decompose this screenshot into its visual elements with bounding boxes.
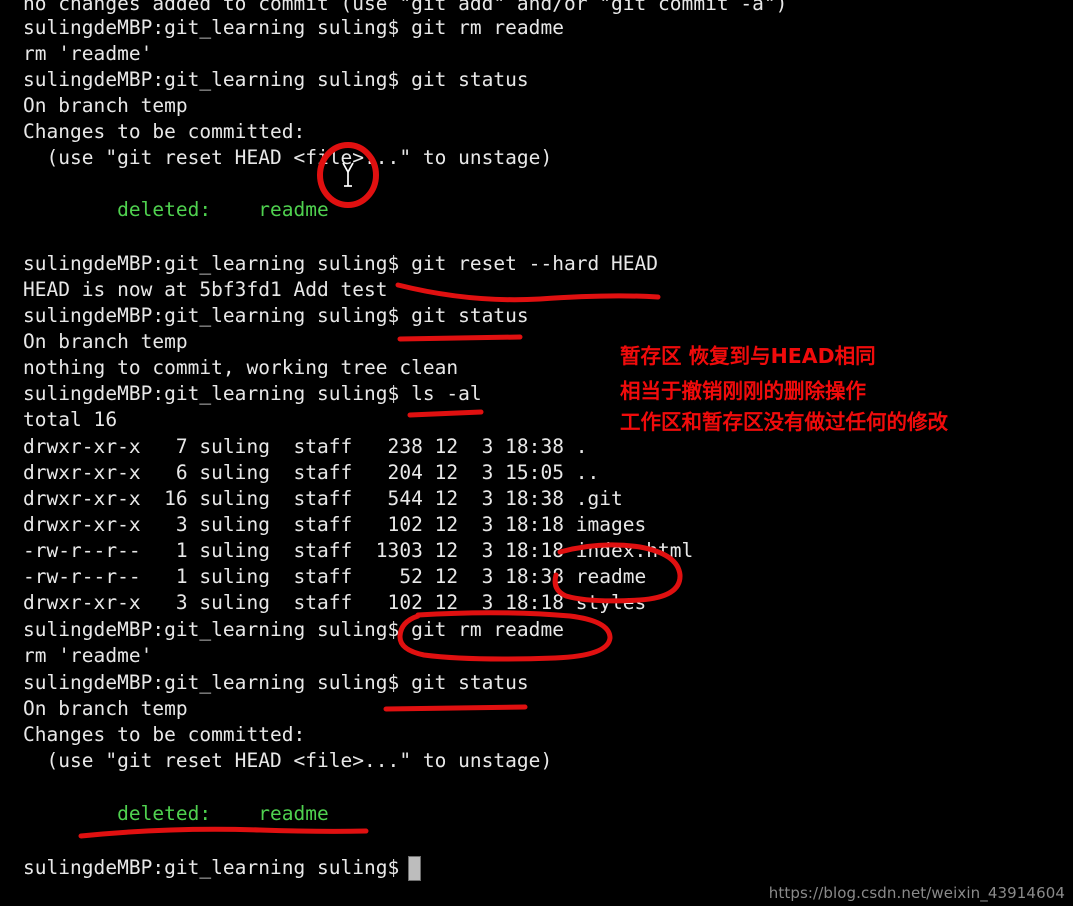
terminal-line-deleted-readme: deleted: readme	[23, 802, 329, 825]
terminal-line: (use "git reset HEAD <file>..." to unsta…	[23, 749, 553, 772]
terminal-line: Changes to be committed:	[23, 723, 306, 746]
terminal-line: HEAD is now at 5bf3fd1 Add test	[23, 278, 388, 301]
terminal-line-git-rm-readme: sulingdeMBP:git_learning suling$ git rm …	[23, 618, 564, 641]
terminal-line-git-reset-hard: sulingdeMBP:git_learning suling$ git res…	[23, 252, 659, 275]
terminal-line: sulingdeMBP:git_learning suling$ git sta…	[23, 68, 529, 91]
terminal-output[interactable]: no changes added to commit (use "git add…	[0, 0, 1073, 906]
terminal-line-deleted-readme: deleted: readme	[23, 198, 329, 221]
terminal-line: drwxr-xr-x 7 suling staff 238 12 3 18:38…	[23, 435, 588, 458]
annotation-note-line-1: 暂存区 恢复到与HEAD相同	[620, 344, 876, 368]
terminal-line: nothing to commit, working tree clean	[23, 356, 459, 379]
terminal-line: -rw-r--r-- 1 suling staff 1303 12 3 18:1…	[23, 539, 694, 562]
terminal-line: On branch temp	[23, 94, 188, 117]
terminal-line-ls-al: sulingdeMBP:git_learning suling$ ls -al	[23, 382, 482, 405]
terminal-window[interactable]: no changes added to commit (use "git add…	[0, 0, 1073, 906]
watermark-url: https://blog.csdn.net/weixin_43914604	[768, 884, 1065, 902]
terminal-line: (use "git reset HEAD <file>..." to unsta…	[23, 146, 553, 169]
terminal-line: drwxr-xr-x 3 suling staff 102 12 3 18:18…	[23, 591, 647, 614]
terminal-prompt-line: sulingdeMBP:git_learning suling$	[23, 856, 412, 879]
annotation-note-line-3: 工作区和暂存区没有做过任何的修改	[620, 410, 948, 434]
terminal-line: total 16	[23, 408, 118, 431]
terminal-line: Changes to be committed:	[23, 120, 306, 143]
terminal-line: drwxr-xr-x 16 suling staff 544 12 3 18:3…	[23, 487, 623, 510]
terminal-line: On branch temp	[23, 330, 188, 353]
terminal-line: drwxr-xr-x 6 suling staff 204 12 3 15:05…	[23, 461, 600, 484]
annotation-note-line-2: 相当于撤销刚刚的删除操作	[620, 379, 866, 403]
terminal-line: drwxr-xr-x 3 suling staff 102 12 3 18:18…	[23, 513, 647, 536]
terminal-line: sulingdeMBP:git_learning suling$ git rm …	[23, 16, 564, 39]
terminal-line: On branch temp	[23, 697, 188, 720]
terminal-line: sulingdeMBP:git_learning suling$ git sta…	[23, 304, 529, 327]
terminal-cursor-block	[408, 856, 421, 881]
terminal-line: rm 'readme'	[23, 42, 153, 65]
terminal-line-readme-entry: -rw-r--r-- 1 suling staff 52 12 3 18:38 …	[23, 565, 647, 588]
terminal-line: rm 'readme'	[23, 644, 153, 667]
terminal-line: sulingdeMBP:git_learning suling$ git sta…	[23, 671, 529, 694]
